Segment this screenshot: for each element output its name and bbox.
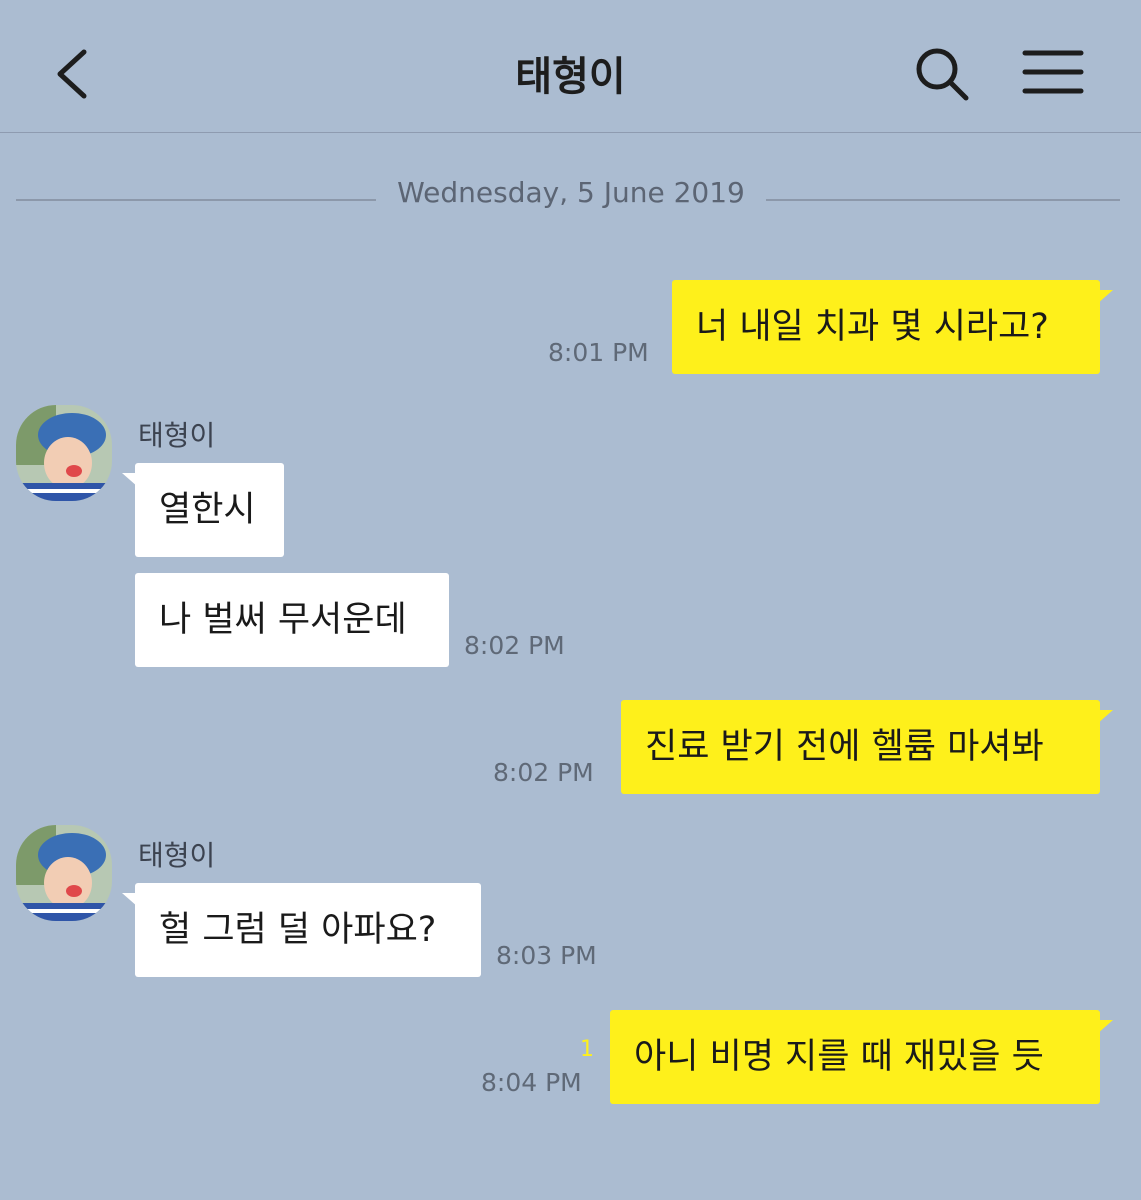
my-message-bubble[interactable]: 너 내일 치과 몇 시라고?: [672, 280, 1113, 374]
back-button[interactable]: [48, 46, 98, 102]
my-message-bubble[interactable]: 아니 비명 지를 때 재밌을 듯: [610, 1010, 1113, 1104]
message-time: 8:03 PM: [496, 941, 597, 970]
sender-name: 태형이: [138, 419, 216, 452]
unread-count: 1: [580, 1037, 594, 1062]
profile-photo-avatar: [16, 825, 112, 921]
divider-line-right: [766, 199, 1120, 201]
chevron-left-icon: [57, 49, 87, 99]
menu-button[interactable]: [1022, 48, 1084, 96]
date-label: Wednesday, 5 June 2019: [397, 176, 745, 209]
search-button[interactable]: [912, 44, 972, 104]
their-message-bubble[interactable]: 나 벌써 무서운데: [135, 573, 449, 667]
chat-header: 태형이: [0, 0, 1141, 133]
hamburger-menu-icon: [1022, 50, 1084, 94]
divider-line-left: [16, 199, 376, 201]
message-time: 8:01 PM: [548, 338, 649, 367]
message-time: 8:04 PM: [481, 1068, 582, 1097]
their-message-bubble[interactable]: 열한시: [122, 463, 284, 557]
contact-avatar[interactable]: [16, 405, 112, 501]
date-divider: Wednesday, 5 June 2019: [16, 172, 1120, 216]
message-time: 8:02 PM: [464, 631, 565, 660]
their-message-bubble[interactable]: 헐 그럼 덜 아파요?: [122, 883, 481, 977]
contact-avatar[interactable]: [16, 825, 112, 921]
my-message-bubble[interactable]: 진료 받기 전에 헬륨 마셔봐: [621, 700, 1113, 794]
sender-name: 태형이: [138, 839, 216, 872]
message-time: 8:02 PM: [493, 758, 594, 787]
profile-photo-avatar: [16, 405, 112, 501]
search-icon: [916, 48, 969, 101]
